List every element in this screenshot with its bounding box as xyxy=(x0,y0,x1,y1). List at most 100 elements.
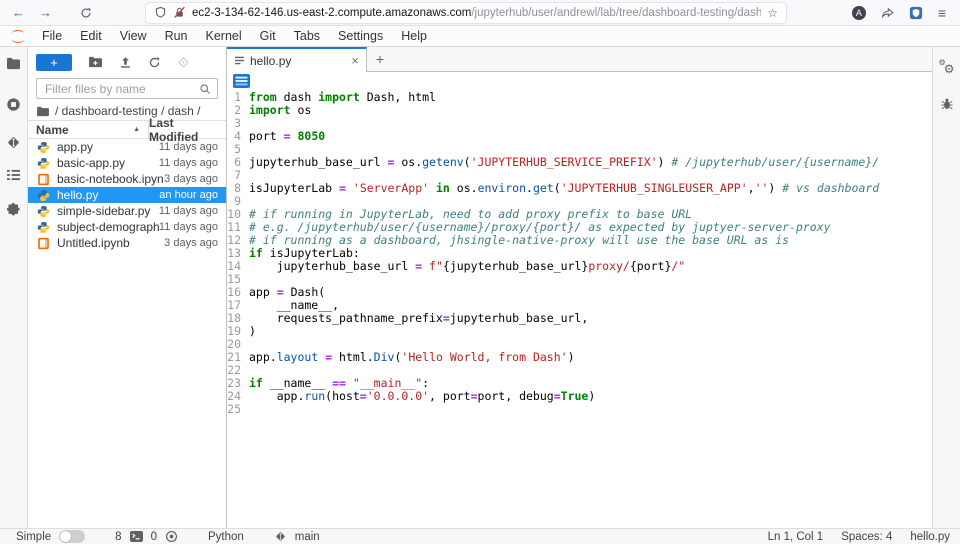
url-text: ec2-3-134-62-146.us-east-2.compute.amazo… xyxy=(192,7,761,19)
left-activity-bar xyxy=(0,47,28,528)
file-name: app.py xyxy=(57,140,159,154)
menu-edit[interactable]: Edit xyxy=(71,29,111,43)
line-content: import os xyxy=(249,104,311,117)
file-modified: 11 days ago xyxy=(159,205,226,217)
file-row-untitled-ipynb[interactable]: Untitled.ipynb3 days ago xyxy=(28,235,226,251)
bookmark-star-icon[interactable]: ☆ xyxy=(767,6,778,20)
tab-hello-py[interactable]: hello.py × xyxy=(227,47,367,72)
reload-icon[interactable] xyxy=(80,7,92,19)
tab-label: hello.py xyxy=(250,54,291,68)
file-row-hello-py[interactable]: hello.pyan hour ago xyxy=(28,187,226,203)
file-modified: 3 days ago xyxy=(164,173,226,185)
menubar-items: FileEditViewRunKernelGitTabsSettingsHelp xyxy=(33,29,436,43)
code-line[interactable]: 21app.layout = html.Div('Hello World, fr… xyxy=(227,351,932,364)
file-browser-icon[interactable] xyxy=(6,57,21,70)
file-row-simple-sidebar-py[interactable]: simple-sidebar.py11 days ago xyxy=(28,203,226,219)
back-icon[interactable]: ← xyxy=(12,6,25,19)
filter-box xyxy=(36,78,218,99)
new-folder-icon[interactable] xyxy=(88,56,103,68)
extension-manager-icon[interactable] xyxy=(6,202,21,217)
indentation-setting[interactable]: Spaces: 4 xyxy=(841,531,892,543)
terminal-icon[interactable] xyxy=(130,531,143,542)
git-branch-name[interactable]: main xyxy=(295,531,320,543)
menu-git[interactable]: Git xyxy=(251,29,285,43)
notebook-file-icon xyxy=(37,173,51,186)
code-line[interactable]: 19) xyxy=(227,325,932,338)
new-launcher-button[interactable]: + xyxy=(36,54,72,71)
python-file-icon xyxy=(37,141,51,154)
dashboard-preview-icon[interactable] xyxy=(233,74,250,88)
menu-view[interactable]: View xyxy=(111,29,156,43)
file-text-icon xyxy=(234,55,245,66)
debugger-bug-icon[interactable] xyxy=(940,97,954,111)
forward-icon[interactable]: → xyxy=(39,6,52,19)
column-header-name[interactable]: Name ▲ xyxy=(28,121,148,138)
simple-mode-toggle[interactable] xyxy=(59,530,85,543)
python-file-icon xyxy=(37,157,51,170)
menu-file[interactable]: File xyxy=(33,29,71,43)
file-name: Untitled.ipynb xyxy=(57,236,164,250)
file-name: subject-demographi... xyxy=(57,220,159,234)
code-line[interactable]: 25 xyxy=(227,403,932,416)
code-line[interactable]: 24 app.run(host='0.0.0.0', port=port, de… xyxy=(227,390,932,403)
code-line[interactable]: 1from dash import Dash, html xyxy=(227,91,932,104)
account-avatar[interactable]: A xyxy=(852,6,866,20)
file-list-header: Name ▲ Last Modified xyxy=(28,120,226,139)
code-line[interactable]: 3 xyxy=(227,117,932,130)
filter-files-input[interactable] xyxy=(43,81,199,97)
git-icon[interactable] xyxy=(6,135,21,150)
file-row-basic-notebook-ipynb[interactable]: basic-notebook.ipynb3 days ago xyxy=(28,171,226,187)
file-row-app-py[interactable]: app.py11 days ago xyxy=(28,139,226,155)
url-bar[interactable]: ec2-3-134-62-146.us-east-2.compute.amazo… xyxy=(146,3,786,23)
menu-run[interactable]: Run xyxy=(156,29,197,43)
code-line[interactable]: 14 jupyterhub_base_url = f"{jupyterhub_b… xyxy=(227,260,932,273)
line-content: app.run(host='0.0.0.0', port=port, debug… xyxy=(249,390,595,403)
share-icon[interactable] xyxy=(881,6,894,19)
browser-nav: ← → xyxy=(12,6,92,19)
active-file-name: hello.py xyxy=(910,531,950,543)
tab-close-icon[interactable]: × xyxy=(351,54,359,67)
terminals-count[interactable]: 8 xyxy=(115,531,121,543)
menu-settings[interactable]: Settings xyxy=(329,29,392,43)
running-kernels-icon[interactable] xyxy=(6,97,21,112)
insecure-lock-icon[interactable] xyxy=(173,6,186,19)
upload-icon[interactable] xyxy=(119,56,132,69)
code-line[interactable]: 4port = 8050 xyxy=(227,130,932,143)
code-line[interactable]: 15 xyxy=(227,273,932,286)
tracking-shield-icon[interactable] xyxy=(154,6,167,19)
line-content: port = 8050 xyxy=(249,130,325,143)
file-row-basic-app-py[interactable]: basic-app.py11 days ago xyxy=(28,155,226,171)
file-row-subject-demographi-[interactable]: subject-demographi...11 days ago xyxy=(28,219,226,235)
cursor-position[interactable]: Ln 1, Col 1 xyxy=(768,531,824,543)
kernel-status-icon[interactable] xyxy=(165,530,178,543)
kernels-count[interactable]: 0 xyxy=(151,531,157,543)
line-content: jupyterhub_base_url = f"{jupyterhub_base… xyxy=(249,260,685,273)
sort-ascending-icon: ▲ xyxy=(133,126,140,133)
code-line[interactable]: 2import os xyxy=(227,104,932,117)
column-header-modified[interactable]: Last Modified xyxy=(148,121,226,138)
code-line[interactable]: 18 requests_pathname_prefix=jupyterhub_b… xyxy=(227,312,932,325)
right-activity-bar: ⚙ ⚙ xyxy=(932,47,960,528)
menu-kernel[interactable]: Kernel xyxy=(197,29,251,43)
file-modified: 11 days ago xyxy=(159,221,226,233)
property-inspector-icon[interactable]: ⚙ ⚙ xyxy=(939,59,955,75)
home-folder-icon[interactable] xyxy=(36,106,50,117)
refresh-icon[interactable] xyxy=(148,56,161,69)
main-area: + xyxy=(0,47,960,528)
code-line[interactable]: 6jupyterhub_base_url = os.getenv('JUPYTE… xyxy=(227,156,932,169)
toggle-knob xyxy=(60,531,71,542)
menu-help[interactable]: Help xyxy=(392,29,436,43)
search-icon xyxy=(199,83,211,95)
kernel-name[interactable]: Python xyxy=(208,531,244,543)
menu-hamburger-icon[interactable]: ≡ xyxy=(938,6,946,20)
extension-shield-icon[interactable] xyxy=(909,6,923,20)
new-tab-button[interactable]: + xyxy=(367,47,393,71)
file-name: simple-sidebar.py xyxy=(57,204,159,218)
browser-actions: A ≡ xyxy=(852,6,960,20)
code-editor[interactable]: 1from dash import Dash, html2import os34… xyxy=(227,90,932,528)
table-of-contents-icon[interactable] xyxy=(6,169,21,181)
code-line[interactable]: 8isJupyterLab = 'ServerApp' in os.enviro… xyxy=(227,182,932,195)
menu-tabs[interactable]: Tabs xyxy=(285,29,329,43)
url-path: /jupyterhub/user/andrewl/lab/tree/dashbo… xyxy=(471,7,761,19)
line-content: jupyterhub_base_url = os.getenv('JUPYTER… xyxy=(249,156,879,169)
